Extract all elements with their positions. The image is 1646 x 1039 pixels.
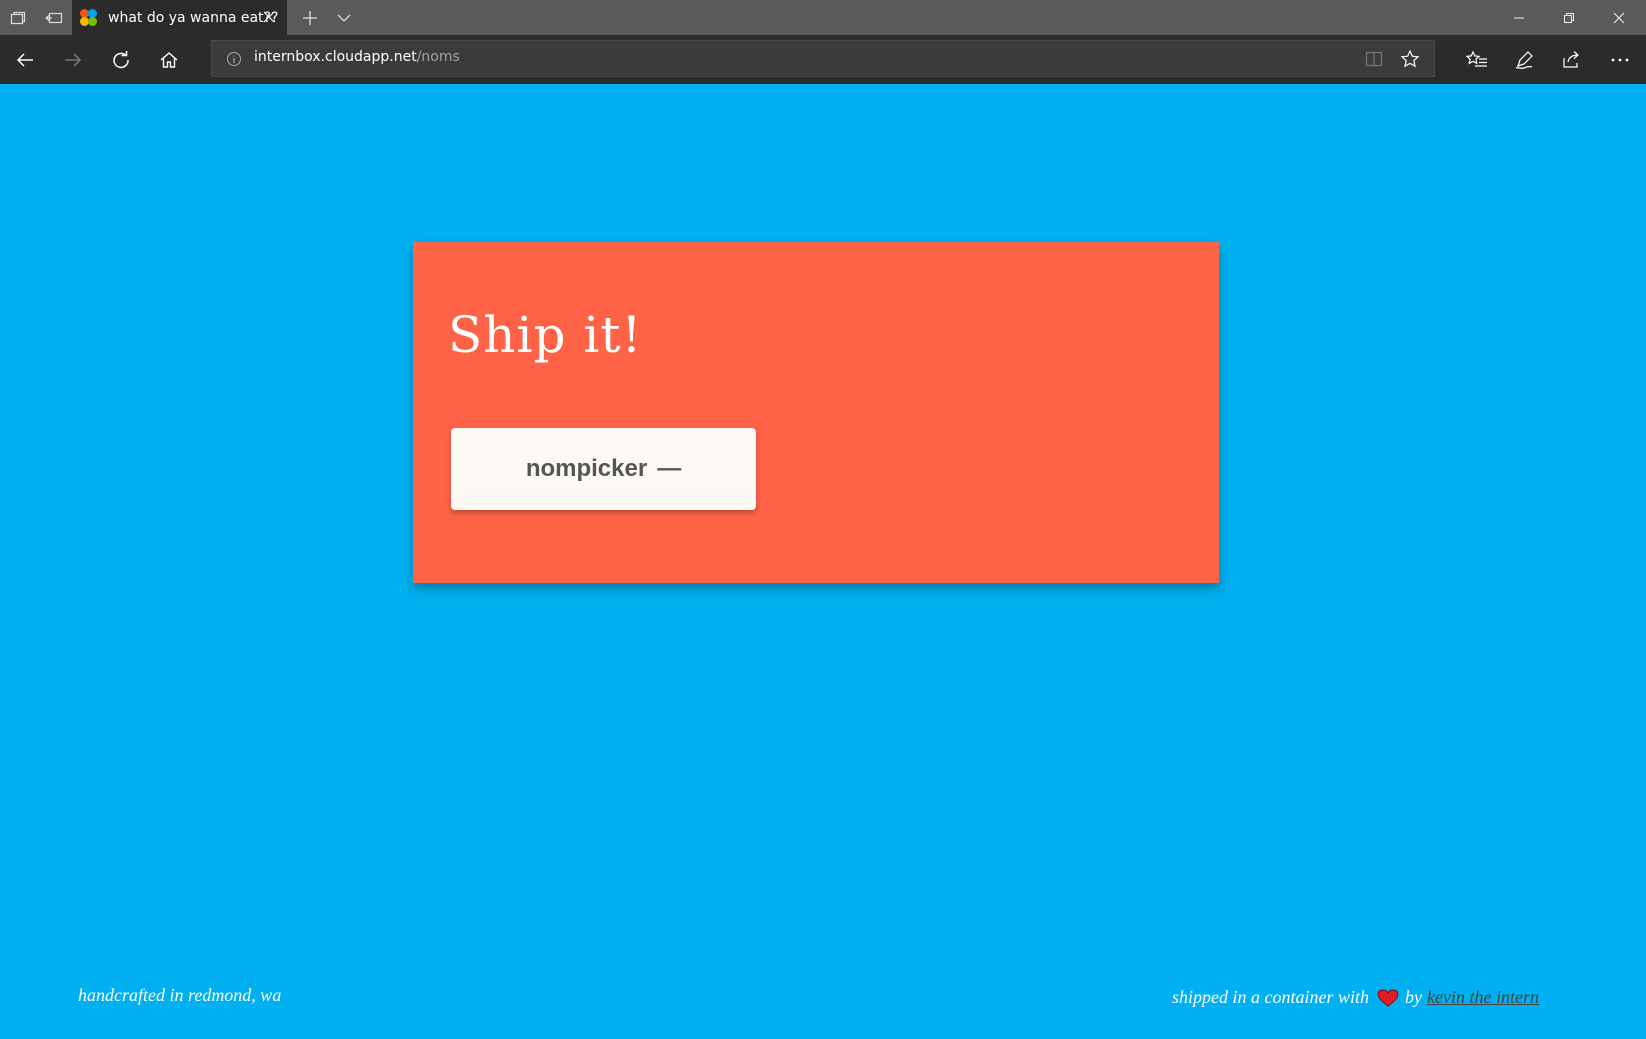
reading-view-icon[interactable] (1364, 49, 1384, 69)
home-icon[interactable] (146, 35, 192, 84)
heart-icon (1377, 988, 1399, 1007)
active-tab[interactable]: what do ya wanna eat?? (72, 0, 287, 35)
refresh-icon[interactable] (98, 35, 144, 84)
restore-icon[interactable] (1544, 0, 1594, 35)
favorites-hub-icon[interactable] (1454, 35, 1500, 84)
new-tab-icon[interactable] (292, 0, 328, 35)
close-tab-icon[interactable] (261, 9, 277, 25)
forward-icon[interactable] (50, 35, 96, 84)
set-aside-tabs-icon[interactable] (36, 0, 72, 35)
minimize-icon[interactable] (1494, 0, 1544, 35)
footer-credit: shipped in a container with by kevin the… (1172, 987, 1539, 1008)
tab-manager-icon[interactable] (0, 0, 36, 35)
site-favicon-icon (80, 8, 98, 27)
url-path: /noms (416, 49, 460, 65)
tab-title: what do ya wanna eat?? (108, 9, 279, 26)
author-link[interactable]: kevin the intern (1427, 987, 1539, 1008)
main-card: Ship it! nompicker — (413, 242, 1219, 583)
footer-credit-prefix: shipped in a container with (1172, 987, 1370, 1007)
footer-credit-by: by (1405, 987, 1423, 1007)
footer-location-text: handcrafted in redmond, wa (78, 985, 282, 1005)
url-domain: internbox.cloudapp.net (254, 49, 417, 65)
button-dash: — (657, 455, 682, 482)
tab-bar: what do ya wanna eat?? (0, 0, 1646, 35)
site-info-icon[interactable] (226, 51, 242, 67)
nompicker-button[interactable]: nompicker — (451, 428, 756, 510)
url-text[interactable]: internbox.cloudapp.net/noms (254, 49, 460, 65)
pen-notes-icon[interactable] (1501, 35, 1547, 84)
nompicker-button-label: nompicker (525, 455, 648, 482)
back-icon[interactable] (2, 35, 48, 84)
address-bar[interactable]: internbox.cloudapp.net/noms (211, 40, 1435, 77)
share-icon[interactable] (1548, 35, 1594, 84)
tab-preview-chevron-down-icon[interactable] (326, 0, 362, 35)
close-window-icon[interactable] (1594, 0, 1644, 35)
card-title: Ship it! (448, 306, 643, 364)
favorite-star-icon[interactable] (1400, 49, 1420, 69)
more-options-icon[interactable] (1597, 35, 1643, 84)
navigation-bar: internbox.cloudapp.net/noms (0, 35, 1646, 84)
